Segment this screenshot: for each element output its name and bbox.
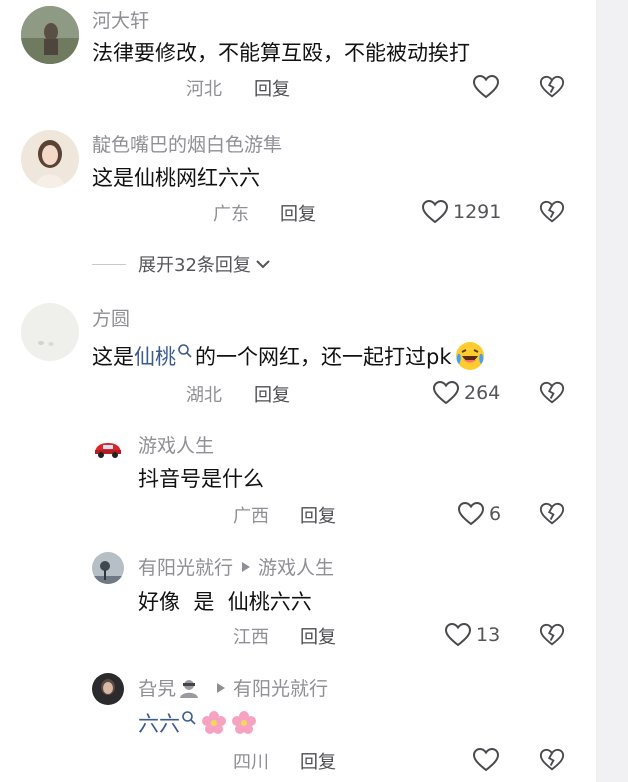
reply-username[interactable]: 游戏人生 — [138, 431, 214, 458]
reply-to-username[interactable]: 有阳光就行 — [233, 674, 328, 701]
avatar-image-icon — [21, 303, 79, 361]
comment-text: 法律要修改，不能算互殴，不能被动挨打 — [92, 41, 470, 65]
avatar[interactable] — [21, 6, 79, 64]
reply-username-text: 旮旯 — [138, 678, 177, 700]
like-button[interactable] — [472, 746, 504, 774]
avatar-image-icon — [92, 552, 124, 584]
chevron-down-icon — [256, 260, 270, 269]
reply-location: 江西 — [233, 627, 269, 648]
reply-button[interactable]: 回复 — [254, 381, 290, 407]
comment-thread: 河大轩 法律要修改，不能算互殴，不能被动挨打 河北 回复 靛色嘴巴的烟白色游隼 … — [0, 0, 628, 782]
search-link[interactable]: 仙桃 — [134, 341, 176, 371]
broken-heart-icon — [539, 75, 565, 98]
heart-icon — [472, 74, 500, 99]
comment-username[interactable]: 方圆 — [92, 304, 130, 331]
avatar-image-icon — [21, 130, 79, 188]
like-count: 13 — [476, 624, 501, 646]
heart-icon — [444, 622, 472, 647]
flower-emoji-icon — [202, 711, 226, 734]
heart-icon — [432, 380, 460, 405]
flower-emoji-icon — [232, 711, 256, 734]
heart-icon — [472, 747, 500, 772]
avatar[interactable] — [92, 673, 124, 705]
like-button[interactable] — [472, 73, 504, 101]
like-count: 1291 — [453, 201, 502, 223]
reply-username[interactable]: 有阳光就行 游戏人生 — [138, 553, 334, 580]
broken-heart-icon — [539, 502, 565, 525]
comment-location: 湖北 — [186, 385, 222, 406]
avatar-image-icon — [21, 6, 79, 64]
comment-username[interactable]: 靛色嘴巴的烟白色游隼 — [92, 130, 282, 157]
comment-text: 这是 仙桃 的一个网红，还一起打过pk — [92, 340, 486, 372]
like-button[interactable]: 264 — [432, 379, 500, 407]
like-count: 6 — [489, 503, 502, 525]
like-button[interactable]: 6 — [457, 500, 501, 528]
user-badge-icon — [180, 679, 199, 698]
reply-location: 四川 — [233, 752, 269, 773]
broken-heart-icon — [539, 200, 565, 223]
reply-button[interactable]: 回复 — [300, 623, 336, 649]
avatar[interactable] — [92, 430, 124, 462]
like-button[interactable]: 1291 — [421, 198, 501, 226]
broken-heart-icon — [539, 623, 565, 646]
avatar-image-icon — [92, 673, 124, 705]
like-count: 264 — [464, 382, 501, 404]
comment-location: 河北 — [186, 79, 222, 100]
laughing-crying-emoji-icon — [455, 342, 484, 370]
broken-heart-icon — [539, 748, 565, 771]
reply-to-username[interactable]: 游戏人生 — [258, 553, 334, 580]
expand-replies-button[interactable]: 展开32条回复 — [92, 251, 271, 277]
car-avatar-icon — [92, 430, 124, 462]
reply-text: 六六 — [138, 708, 257, 738]
heart-icon — [421, 199, 449, 224]
comment-username[interactable]: 河大轩 — [92, 6, 149, 33]
avatar[interactable] — [92, 552, 124, 584]
reply-button[interactable]: 回复 — [280, 200, 316, 226]
reply-arrow-icon — [242, 561, 251, 572]
dislike-button[interactable] — [539, 380, 565, 406]
divider — [92, 263, 126, 265]
reply-username-text: 有阳光就行 — [138, 557, 234, 579]
dislike-button[interactable] — [539, 74, 565, 100]
reply-button[interactable]: 回复 — [300, 502, 336, 528]
reply-username[interactable]: 旮旯 有阳光就行 — [138, 674, 328, 701]
expand-replies-label: 展开32条回复 — [138, 255, 251, 276]
reply-arrow-icon — [217, 682, 226, 693]
comment-text-suffix: 的一个网红，还一起打过pk — [195, 345, 452, 369]
dislike-button[interactable] — [539, 747, 565, 773]
scroll-gutter — [596, 0, 628, 782]
comment-text-prefix: 这是 — [92, 345, 134, 369]
reply-button[interactable]: 回复 — [300, 748, 336, 774]
search-link[interactable]: 六六 — [138, 708, 180, 738]
reply-button[interactable]: 回复 — [254, 75, 290, 101]
search-icon[interactable] — [177, 343, 193, 359]
reply-text: 抖音号是什么 — [138, 467, 264, 491]
search-icon[interactable] — [181, 710, 197, 726]
dislike-button[interactable] — [539, 501, 565, 527]
dislike-button[interactable] — [539, 622, 565, 648]
avatar[interactable] — [21, 303, 79, 361]
dislike-button[interactable] — [539, 199, 565, 225]
reply-text: 好像 是 仙桃六六 — [138, 590, 312, 614]
like-button[interactable]: 13 — [444, 621, 500, 649]
broken-heart-icon — [539, 381, 565, 404]
comment-location: 广东 — [213, 204, 249, 225]
avatar[interactable] — [21, 130, 79, 188]
comment-text: 这是仙桃网红六六 — [92, 166, 260, 190]
reply-location: 广西 — [233, 506, 269, 527]
heart-icon — [457, 501, 485, 526]
